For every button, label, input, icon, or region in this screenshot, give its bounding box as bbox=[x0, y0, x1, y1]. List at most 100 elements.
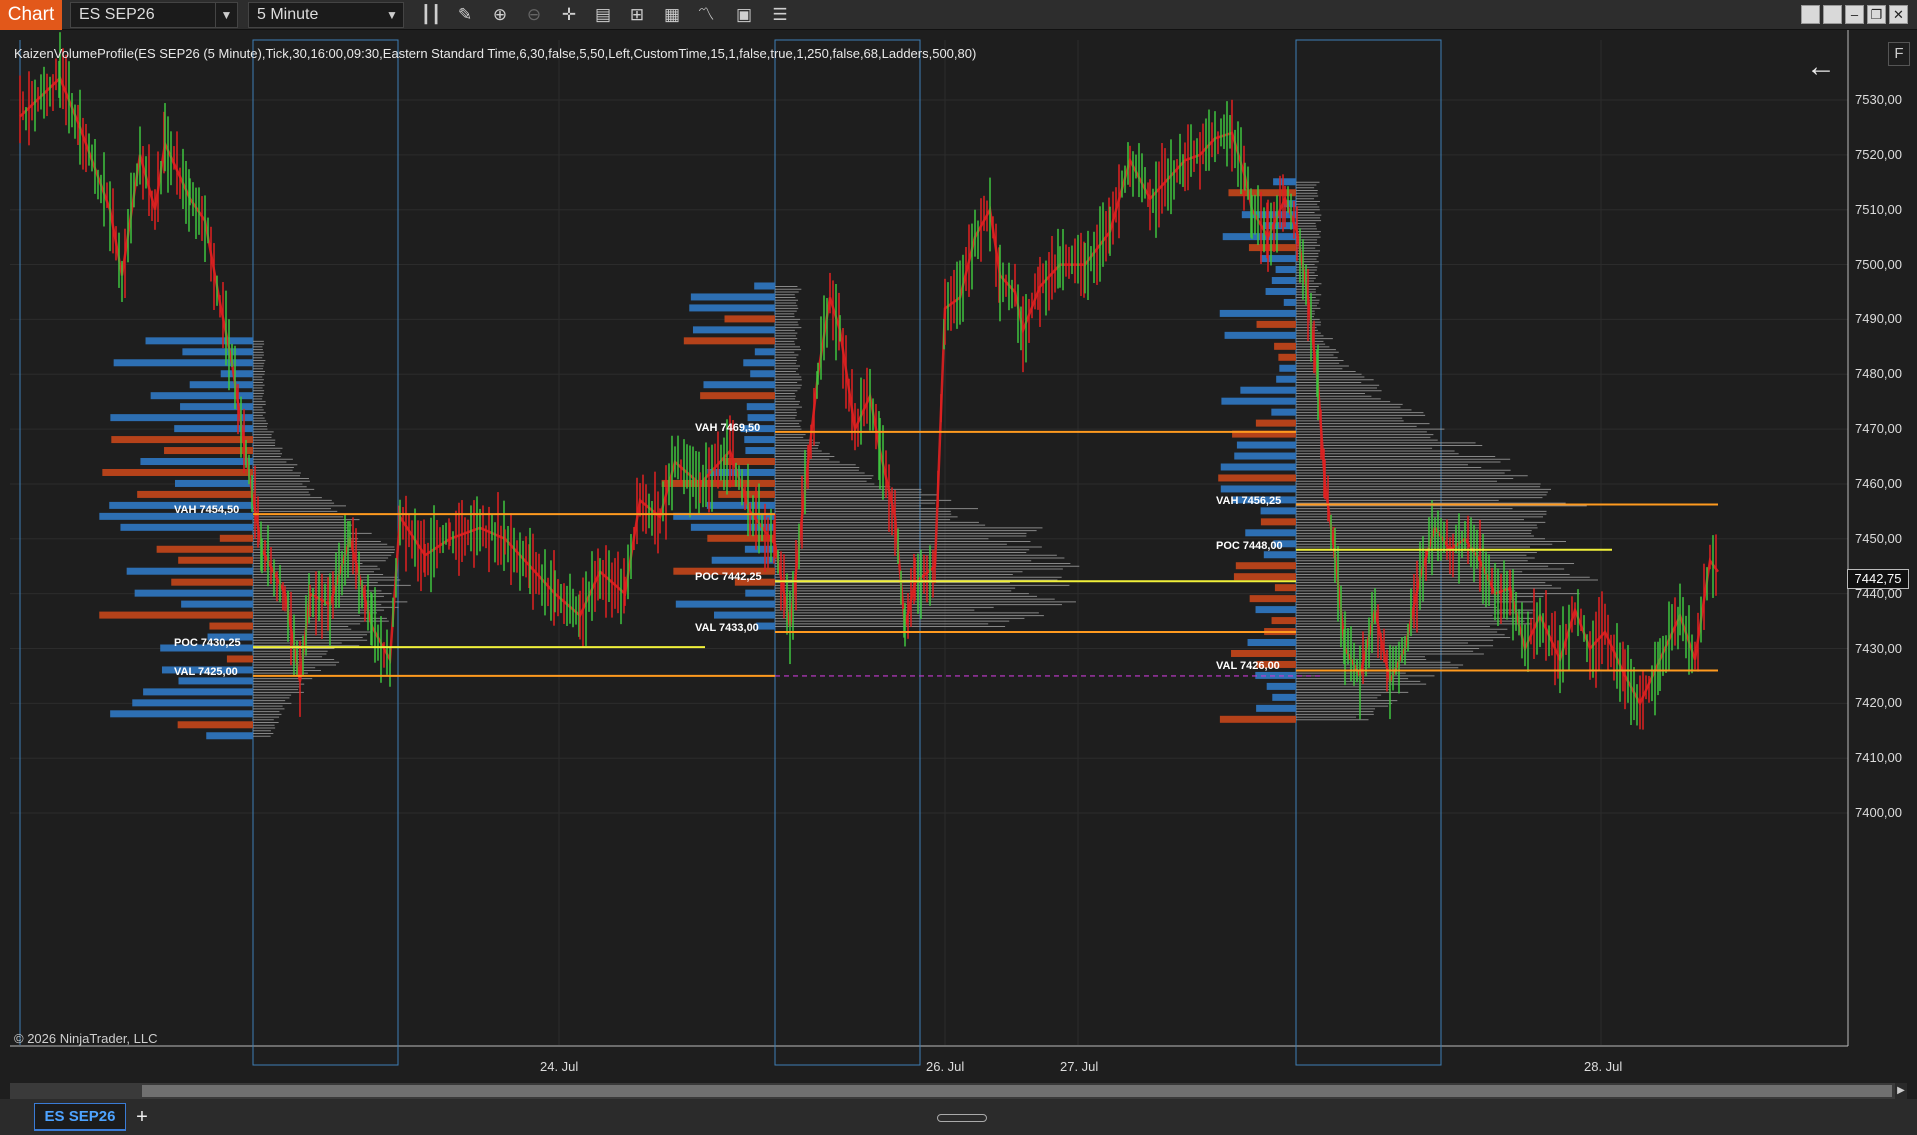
delta-profile-bar bbox=[126, 567, 253, 575]
price-tick-label: 7520,00 bbox=[1855, 146, 1902, 162]
delta-profile-bar bbox=[120, 523, 253, 531]
crosshair-icon[interactable]: ✛ bbox=[556, 2, 582, 28]
val-label: VAL 7426,00 bbox=[1216, 660, 1280, 673]
price-tick-label: 7500,00 bbox=[1855, 256, 1902, 272]
delta-profile-bar bbox=[209, 622, 253, 630]
delta-profile-bar bbox=[700, 392, 775, 400]
delta-profile-bar bbox=[182, 348, 253, 356]
delta-profile-bar bbox=[171, 578, 253, 586]
delta-profile-bar bbox=[1219, 309, 1296, 317]
instrument-selector[interactable]: ES SEP26 ▼ bbox=[70, 2, 238, 28]
price-tick-label: 7510,00 bbox=[1855, 201, 1902, 217]
date-tick-label: 28. Jul bbox=[1584, 1059, 1623, 1074]
delta-profile-bar bbox=[1224, 331, 1296, 339]
delta-profile-bar bbox=[1236, 441, 1296, 449]
delta-profile-bar bbox=[1231, 649, 1296, 657]
zoom-in-icon[interactable]: ⊕ bbox=[487, 2, 513, 28]
resize-grip[interactable] bbox=[937, 1114, 987, 1122]
delta-profile-bar bbox=[756, 622, 775, 630]
delta-profile-bar bbox=[226, 655, 253, 663]
delta-profile-bar bbox=[750, 370, 775, 378]
delta-profile-bar bbox=[99, 611, 253, 619]
delta-profile-bar bbox=[145, 337, 253, 345]
delta-profile-bar bbox=[743, 359, 775, 367]
vah-label: VAH 7454,50 bbox=[174, 504, 240, 517]
delta-profile-bar bbox=[744, 436, 775, 444]
delta-profile-bar bbox=[1283, 298, 1296, 306]
delta-profile-bar bbox=[178, 677, 253, 685]
window-toggle-icon[interactable] bbox=[1801, 5, 1820, 24]
scroll-right-icon[interactable]: ▶ bbox=[1895, 1083, 1907, 1099]
properties-icon[interactable]: ▣ bbox=[731, 2, 757, 28]
delta-profile-bar bbox=[1220, 463, 1296, 471]
delta-profile-bar bbox=[1276, 375, 1296, 383]
delta-profile-bar bbox=[1219, 715, 1296, 723]
instrument-tab[interactable]: ES SEP26 bbox=[34, 1103, 126, 1131]
price-chart[interactable] bbox=[0, 30, 1917, 1083]
delta-profile-bar bbox=[156, 545, 253, 553]
delta-profile-bar bbox=[745, 447, 775, 455]
close-icon[interactable]: ✕ bbox=[1889, 5, 1908, 24]
chart-background bbox=[0, 30, 1917, 1083]
delta-profile-bar bbox=[102, 468, 253, 476]
delta-profile-bar bbox=[1275, 266, 1296, 274]
indicators-icon[interactable]: 〽 bbox=[693, 2, 719, 28]
data-box-icon[interactable]: ▤ bbox=[590, 2, 616, 28]
zoom-out-icon[interactable]: ⊖ bbox=[521, 2, 547, 28]
date-tick-label: 27. Jul bbox=[1060, 1059, 1099, 1074]
restore-icon[interactable]: ❐ bbox=[1867, 5, 1886, 24]
instrument-value: ES SEP26 bbox=[79, 6, 155, 23]
price-tick-label: 7420,00 bbox=[1855, 695, 1902, 711]
price-tick-label: 7430,00 bbox=[1855, 640, 1902, 656]
delta-profile-bar bbox=[1235, 562, 1296, 570]
pencil-draw-icon[interactable]: ✎ bbox=[452, 2, 478, 28]
strategies-icon[interactable]: ▦ bbox=[659, 2, 685, 28]
window-link-icon[interactable] bbox=[1823, 5, 1842, 24]
delta-profile-bar bbox=[174, 479, 253, 487]
add-tab-button[interactable]: + bbox=[130, 1103, 154, 1131]
horizontal-scrollbar[interactable] bbox=[10, 1083, 1907, 1099]
delta-profile-bar bbox=[206, 732, 253, 740]
delta-profile-bar bbox=[714, 611, 775, 619]
delta-profile-bar bbox=[1274, 584, 1296, 592]
price-tick-label: 7470,00 bbox=[1855, 421, 1902, 437]
delta-profile-bar bbox=[1245, 529, 1296, 537]
delta-profile-bar bbox=[1265, 287, 1296, 295]
delta-profile-bar bbox=[177, 721, 253, 729]
chevron-down-icon[interactable]: ▼ bbox=[381, 3, 403, 27]
back-arrow-icon[interactable]: ← bbox=[1806, 52, 1836, 82]
chart-window: Chart ES SEP26 ▼ 5 Minute ▼ ┃┃ ✎ ⊕ ⊖ ✛ ▤… bbox=[0, 0, 1917, 1135]
chart-panel[interactable]: KaizenVolumeProfile(ES SEP26 (5 Minute),… bbox=[0, 30, 1917, 1083]
val-label: VAL 7433,00 bbox=[695, 622, 759, 635]
delta-profile-bar bbox=[1218, 474, 1296, 482]
delta-profile-bar bbox=[180, 403, 253, 411]
delta-profile-bar bbox=[1260, 518, 1296, 526]
f-button[interactable]: F bbox=[1888, 42, 1910, 66]
indicator-label[interactable]: KaizenVolumeProfile(ES SEP26 (5 Minute),… bbox=[14, 46, 976, 61]
delta-profile-bar bbox=[675, 600, 775, 608]
interval-selector[interactable]: 5 Minute ▼ bbox=[248, 2, 404, 28]
chart-title-tab[interactable]: Chart bbox=[0, 0, 62, 30]
chevron-down-icon[interactable]: ▼ bbox=[215, 3, 237, 27]
poc-label: POC 7430,25 bbox=[174, 637, 241, 650]
delta-profile-bar bbox=[692, 326, 775, 334]
delta-profile-bar bbox=[140, 458, 253, 466]
delta-profile-bar bbox=[1273, 178, 1296, 186]
minimize-icon[interactable]: – bbox=[1845, 5, 1864, 24]
delta-profile-bar bbox=[1221, 397, 1296, 405]
scrollbar-thumb[interactable] bbox=[142, 1085, 1892, 1097]
instrument-list-icon[interactable]: ☰ bbox=[767, 2, 793, 28]
current-price-marker: 7442,75 bbox=[1847, 568, 1909, 589]
vah-label: VAH 7469,50 bbox=[695, 421, 761, 434]
bar-type-icon[interactable]: ┃┃ bbox=[418, 2, 444, 28]
price-tick-label: 7490,00 bbox=[1855, 311, 1902, 327]
delta-profile-bar bbox=[723, 458, 775, 466]
delta-profile-bar bbox=[1222, 233, 1296, 241]
delta-profile-bar bbox=[745, 589, 775, 597]
delta-profile-bar bbox=[689, 304, 775, 312]
templates-icon[interactable]: ⊞ bbox=[624, 2, 650, 28]
delta-profile-bar bbox=[1255, 606, 1296, 614]
delta-profile-bar bbox=[164, 447, 253, 455]
delta-profile-bar bbox=[189, 381, 253, 389]
delta-profile-bar bbox=[1260, 255, 1296, 263]
